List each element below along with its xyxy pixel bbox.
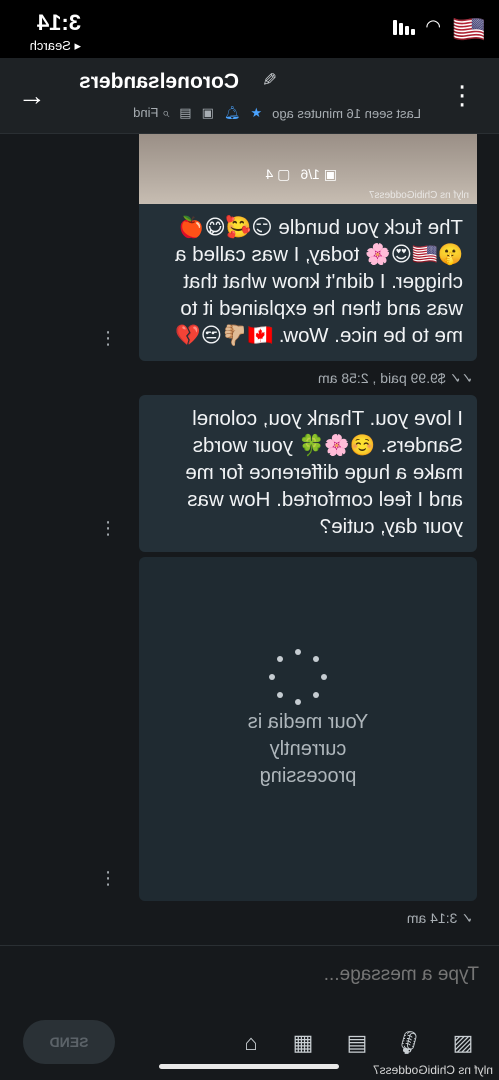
- more-menu-icon[interactable]: ⋮: [449, 80, 475, 110]
- message-composer: ▧ 🎙︎ ▤ ▦ ⌂ SEND: [0, 945, 499, 1080]
- processing-text: Your media is currently processing: [247, 711, 369, 787]
- message-options-icon[interactable]: ⋮: [99, 328, 117, 348]
- bottom-watermark: nlyf ns ChibiGoddess7: [372, 1063, 493, 1077]
- message-options-icon[interactable]: ⋮: [99, 868, 117, 888]
- star-icon[interactable]: ★: [250, 105, 262, 121]
- photo-counter: ▣ 1/6: [300, 166, 337, 182]
- message-bubble-incoming[interactable]: The fuck you bundle 😏🥰😋🍎 🤫🇺🇸😍🌸 today, I …: [139, 204, 477, 361]
- loading-spinner-icon: [269, 649, 327, 707]
- edit-pencil-icon[interactable]: ✎: [262, 70, 277, 91]
- microphone-icon[interactable]: 🎙︎: [395, 1030, 423, 1058]
- image-icon[interactable]: ▧: [449, 1030, 477, 1058]
- signal-icon: [393, 20, 415, 35]
- media-vault-icon[interactable]: ▤: [343, 1030, 371, 1058]
- status-bar: 🇺🇸 ◠ 3:14 ◂ Search: [0, 0, 499, 58]
- media-processing-card: Your media is currently processing: [139, 557, 477, 901]
- message-bubble-incoming[interactable]: I love you. Thank you, colonel Sanders. …: [139, 395, 477, 552]
- chat-screen: 🇺🇸 ◠ 3:14 ◂ Search ← Coronelsanders ✎ ⋮ …: [0, 0, 499, 1080]
- message-meta: ✓ 3:14 am: [406, 910, 473, 926]
- find-search[interactable]: ⌕ Find: [133, 105, 169, 121]
- chat-header: ← Coronelsanders ✎ ⋮ Last seen 16 minute…: [0, 58, 499, 134]
- find-label: Find: [133, 105, 159, 120]
- back-arrow-icon[interactable]: ←: [18, 80, 46, 112]
- clock: 3:14: [36, 10, 81, 35]
- read-checkmarks-icon: ✓✓: [445, 370, 473, 386]
- message-photo[interactable]: ▣ 1/6 ▢ 4 nlyf ns ChibiGoddess7: [139, 134, 477, 204]
- last-seen: Last seen 16 minutes ago: [272, 105, 421, 121]
- flag-icon: 🇺🇸: [452, 14, 485, 44]
- wifi-icon: ◠: [425, 16, 441, 36]
- tag-list-icon[interactable]: ▣: [202, 105, 214, 121]
- gallery-icon[interactable]: ▤: [179, 105, 191, 121]
- video-count: ▢ 4: [265, 166, 291, 182]
- header-subinfo: Last seen 16 minutes ago ★ 🔔︎ ▣ ▤ ⌕ Find: [133, 105, 421, 121]
- photo-meta: ▣ 1/6 ▢ 4: [265, 166, 337, 183]
- schedule-calendar-icon[interactable]: ▦: [289, 1030, 317, 1058]
- home-indicator[interactable]: [159, 1064, 339, 1069]
- mirrored-view: 🇺🇸 ◠ 3:14 ◂ Search ← Coronelsanders ✎ ⋮ …: [0, 0, 499, 1080]
- message-input[interactable]: [19, 964, 479, 986]
- back-to-search-link[interactable]: ◂ Search: [30, 38, 81, 54]
- photo-watermark: nlyf ns ChibiGoddess7: [368, 190, 469, 201]
- price-tag-icon[interactable]: ⌂: [237, 1030, 265, 1058]
- bell-icon[interactable]: 🔔︎: [224, 105, 241, 121]
- message-options-icon[interactable]: ⋮: [99, 518, 117, 538]
- sent-checkmark-icon: ✓: [457, 910, 473, 926]
- message-meta: ✓✓ $9.99 paid , 2:58 am: [317, 370, 473, 386]
- send-button[interactable]: SEND: [23, 1020, 115, 1064]
- contact-name[interactable]: Coronelsanders: [79, 70, 239, 94]
